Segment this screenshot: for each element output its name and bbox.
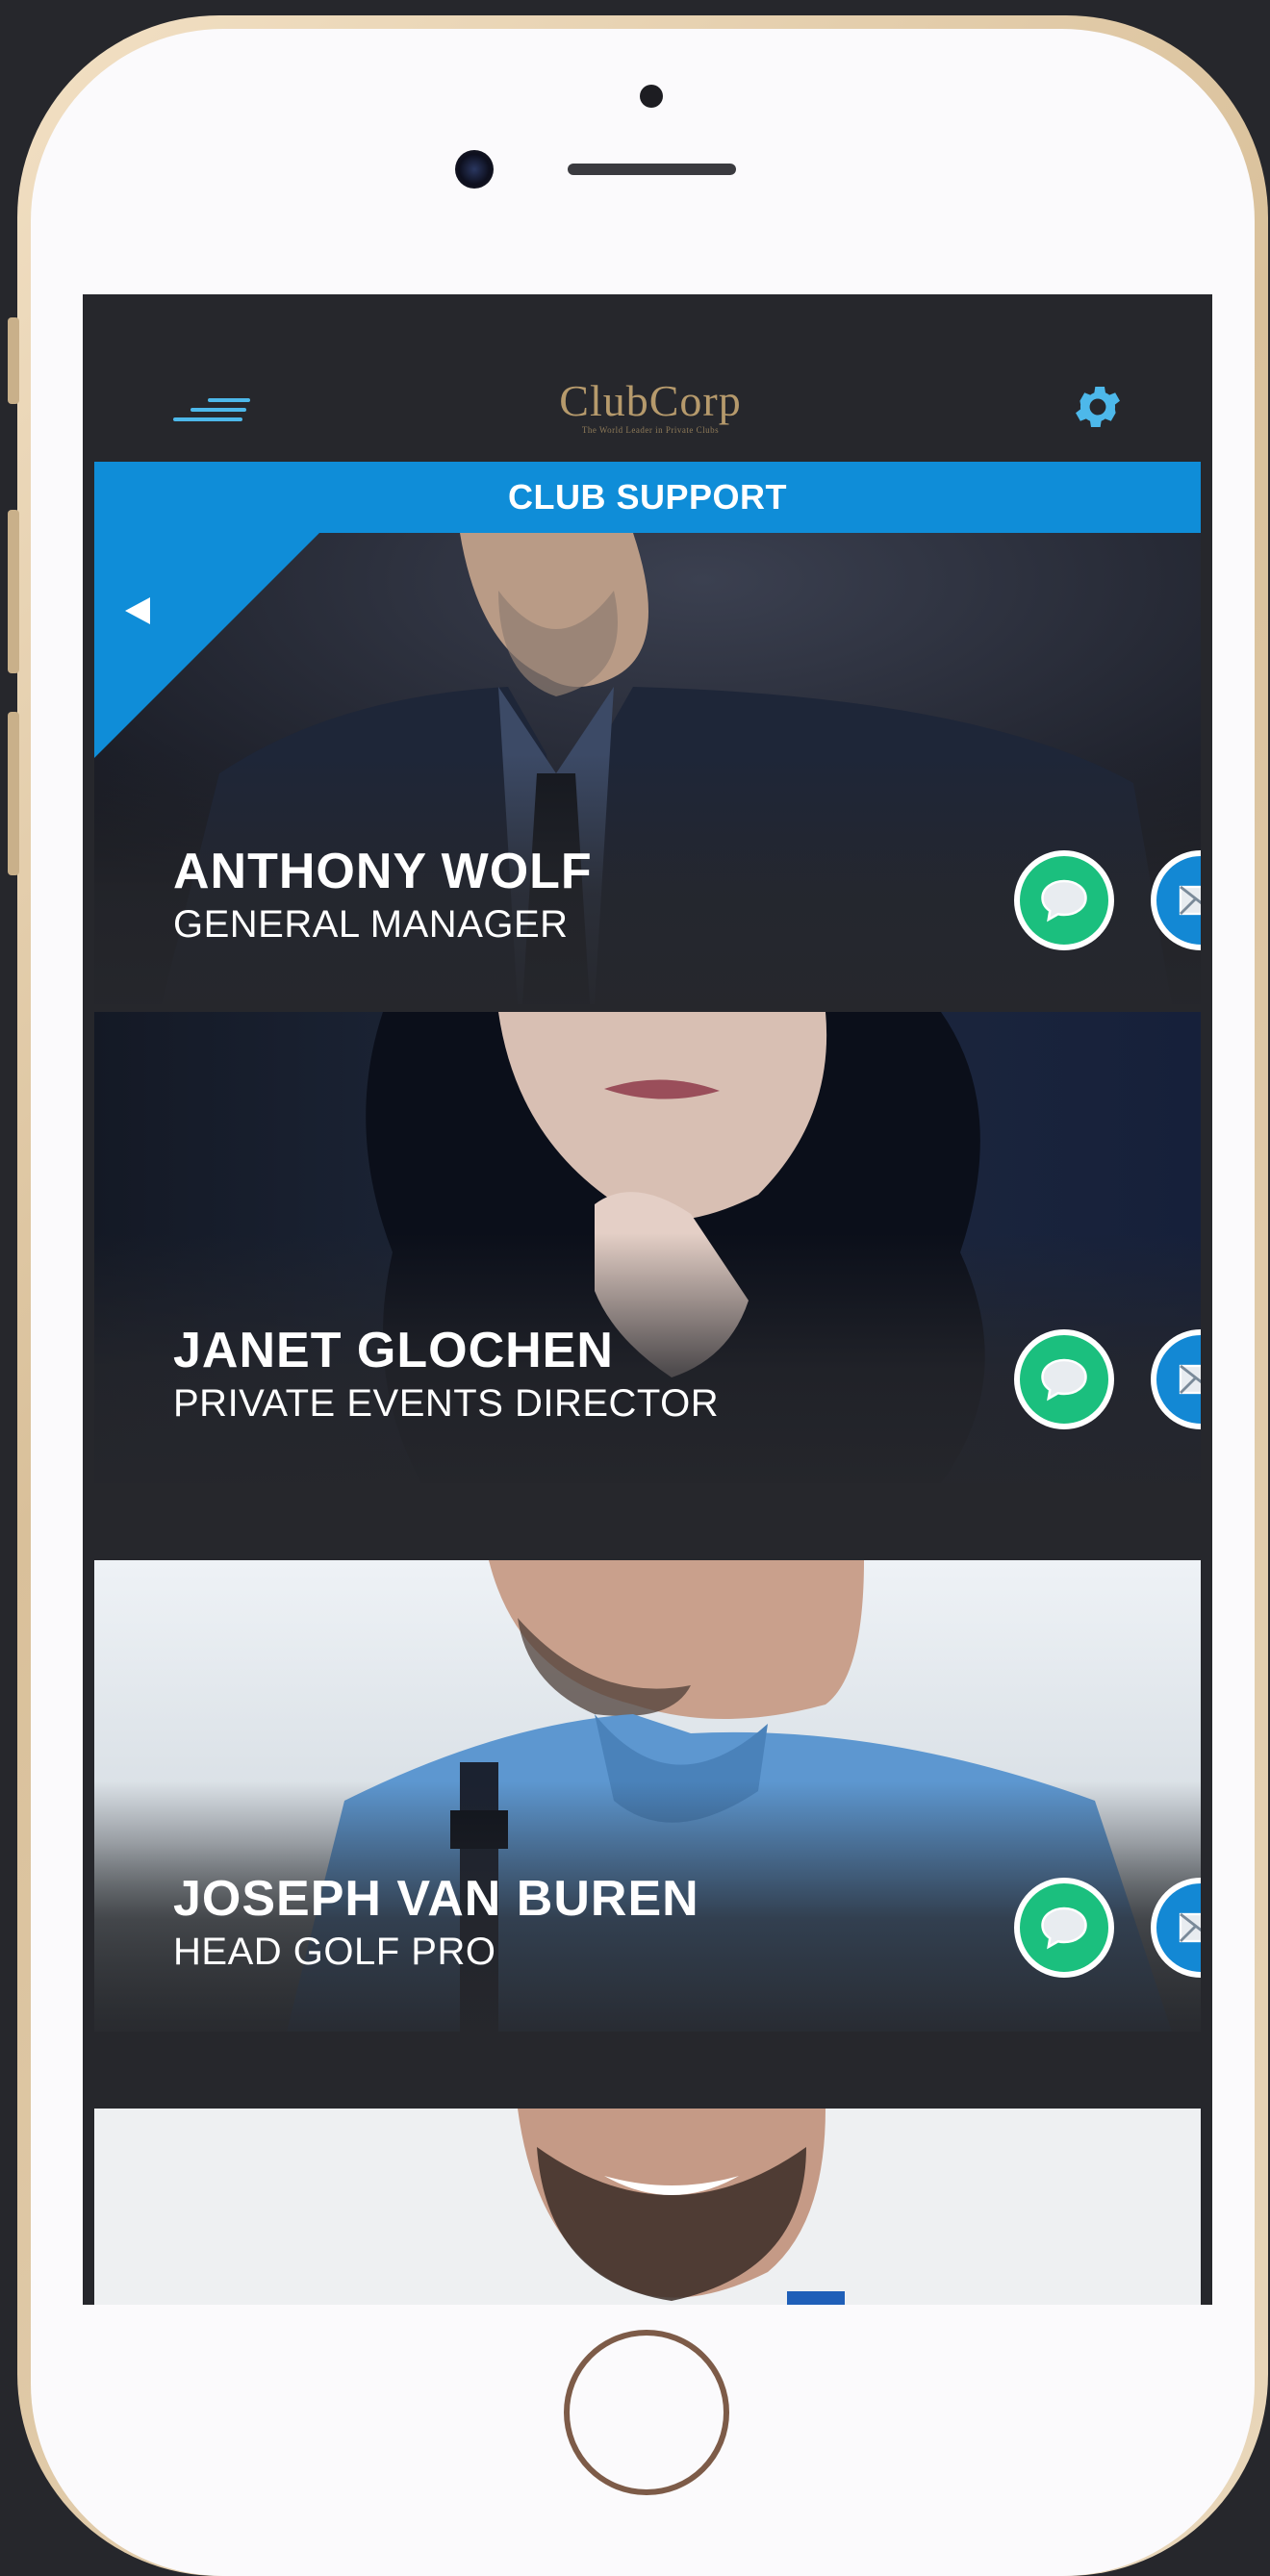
contact-card[interactable]: JOSEPH VAN BUREN HEAD GOLF PRO xyxy=(94,1560,1201,2032)
gear-icon[interactable] xyxy=(1070,379,1126,435)
club-support-banner: CLUB SUPPORT xyxy=(94,462,1201,533)
clubcorp-logo: ClubCorp The World Leader in Private Clu… xyxy=(468,376,833,436)
contact-role: HEAD GOLF PRO xyxy=(173,1931,496,1973)
back-button[interactable] xyxy=(94,533,319,758)
envelope-icon xyxy=(1179,1912,1201,1943)
contact-card[interactable] xyxy=(94,2109,1201,2305)
logo-name: ClubCorp xyxy=(559,376,742,425)
hamburger-menu-icon[interactable] xyxy=(173,398,250,427)
proximity-sensor xyxy=(640,85,663,108)
home-button[interactable] xyxy=(564,2330,729,2495)
contact-role: PRIVATE EVENTS DIRECTOR xyxy=(173,1382,720,1425)
phone-mute-switch xyxy=(8,317,19,404)
chat-bubble-icon xyxy=(1041,879,1087,922)
contact-card[interactable]: JANET GLOCHEN PRIVATE EVENTS DIRECTOR xyxy=(94,1012,1201,1483)
app-screen: ClubCorp The World Leader in Private Clu… xyxy=(83,294,1212,2305)
envelope-icon xyxy=(1179,885,1201,916)
chat-button[interactable] xyxy=(1014,850,1114,950)
chat-bubble-icon xyxy=(1041,1358,1087,1402)
contact-name: ANTHONY WOLF xyxy=(173,844,593,899)
contact-role: GENERAL MANAGER xyxy=(173,903,569,946)
chat-button[interactable] xyxy=(1014,1878,1114,1978)
logo-tagline: The World Leader in Private Clubs xyxy=(581,425,720,435)
contact-name: JANET GLOCHEN xyxy=(173,1323,614,1378)
chat-bubble-icon xyxy=(1041,1907,1087,1950)
chat-button[interactable] xyxy=(1014,1329,1114,1429)
contact-photo xyxy=(94,2109,1201,2305)
earpiece-speaker xyxy=(568,164,736,175)
contact-name: JOSEPH VAN BUREN xyxy=(173,1871,699,1927)
envelope-icon xyxy=(1179,1364,1201,1395)
phone-volume-down-button xyxy=(8,712,19,875)
phone-volume-up-button xyxy=(8,510,19,673)
top-bar: ClubCorp The World Leader in Private Clu… xyxy=(83,294,1212,460)
front-camera xyxy=(455,150,494,189)
contact-card[interactable]: ANTHONY WOLF GENERAL MANAGER xyxy=(94,533,1201,1004)
